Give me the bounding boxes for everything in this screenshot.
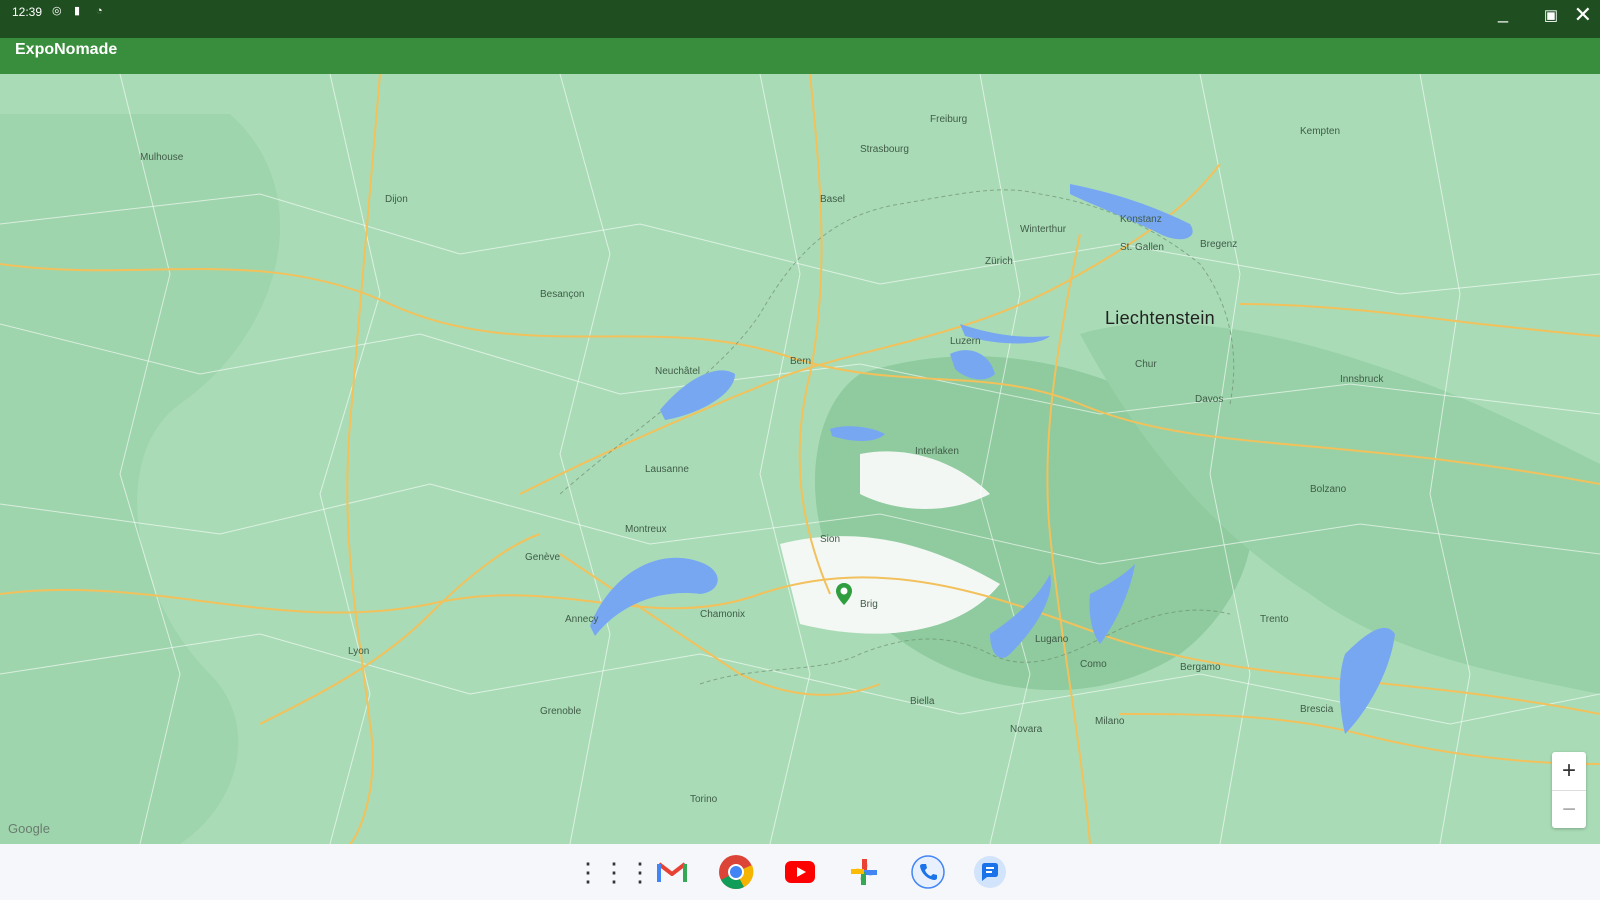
place-label: Trento: [1260, 614, 1289, 625]
place-label: Novara: [1010, 724, 1043, 735]
place-label: Annecy: [565, 614, 599, 625]
zoom-out-button[interactable]: −: [1552, 790, 1586, 829]
place-label: Grenoble: [540, 706, 582, 717]
place-label: Sion: [820, 534, 841, 545]
gmail-icon[interactable]: [654, 854, 690, 890]
place-label: Milano: [1095, 716, 1125, 727]
place-label: St. Gallen: [1120, 242, 1164, 253]
status-bar: 12:39 ◎ ▮ ◔ _ ▣ ✕: [0, 0, 1600, 38]
zoom-controls: + −: [1552, 752, 1586, 828]
place-label: Mulhouse: [140, 152, 184, 163]
place-label: Brig: [860, 599, 878, 610]
place-label: Montreux: [625, 524, 667, 535]
place-label: Chur: [1135, 359, 1157, 370]
place-label: Dijon: [385, 194, 408, 205]
place-label: Strasbourg: [860, 144, 909, 155]
place-label: Luzern: [950, 336, 981, 347]
place-label: Chamonix: [700, 609, 746, 620]
place-label: Innsbruck: [1340, 374, 1384, 385]
place-label: Bregenz: [1200, 239, 1238, 250]
place-label: Como: [1080, 659, 1107, 670]
place-label: Zürich: [985, 256, 1013, 267]
taskbar: ⋮⋮⋮: [0, 844, 1600, 900]
place-label: Bern: [790, 356, 812, 367]
place-label: Lausanne: [645, 464, 689, 475]
place-label: Interlaken: [915, 446, 959, 457]
notification-icon: ◔: [96, 5, 103, 17]
phone-icon[interactable]: [910, 854, 946, 890]
app-title: ExpoNomade: [15, 41, 118, 58]
country-label-liechtenstein: Liechtenstein: [1105, 308, 1215, 328]
close-window-button[interactable]: ✕: [1574, 4, 1592, 26]
wifi-icon: ◎: [52, 5, 62, 17]
app-bar: ExpoNomade: [0, 38, 1600, 74]
place-label: Genève: [525, 552, 561, 563]
launcher-icon[interactable]: ⋮⋮⋮: [575, 854, 653, 890]
place-label: Lugano: [1035, 634, 1069, 645]
map-view[interactable]: Mulhouse Strasbourg Freiburg Basel Züric…: [0, 74, 1600, 844]
place-label: Biella: [910, 696, 935, 707]
photos-icon[interactable]: [846, 854, 882, 890]
place-label: Freiburg: [930, 114, 968, 125]
place-label: Torino: [690, 794, 718, 805]
youtube-icon[interactable]: [782, 854, 818, 890]
place-label: Besançon: [540, 289, 585, 300]
chrome-icon[interactable]: [718, 854, 754, 890]
place-label: Neuchâtel: [655, 366, 701, 377]
map-canvas[interactable]: [0, 74, 1600, 844]
google-attribution: Google: [8, 821, 50, 836]
minimize-button[interactable]: _: [1498, 4, 1508, 22]
place-label: Bolzano: [1310, 484, 1347, 495]
place-label: Lyon: [348, 646, 370, 657]
window-resize-icon[interactable]: ▣: [1544, 6, 1558, 24]
place-label: Brescia: [1300, 704, 1334, 715]
place-label: Kempten: [1300, 126, 1341, 137]
place-label: Basel: [820, 194, 846, 205]
place-label: Bergamo: [1180, 662, 1221, 673]
status-time: 12:39: [12, 5, 43, 19]
messages-icon[interactable]: [972, 854, 1008, 890]
battery-icon: ▮: [74, 5, 81, 17]
place-label: Winterthur: [1020, 224, 1067, 235]
zoom-in-button[interactable]: +: [1552, 752, 1586, 790]
place-label: Konstanz: [1120, 214, 1162, 225]
place-label: Davos: [1195, 394, 1224, 405]
location-pin-icon[interactable]: [835, 582, 853, 606]
